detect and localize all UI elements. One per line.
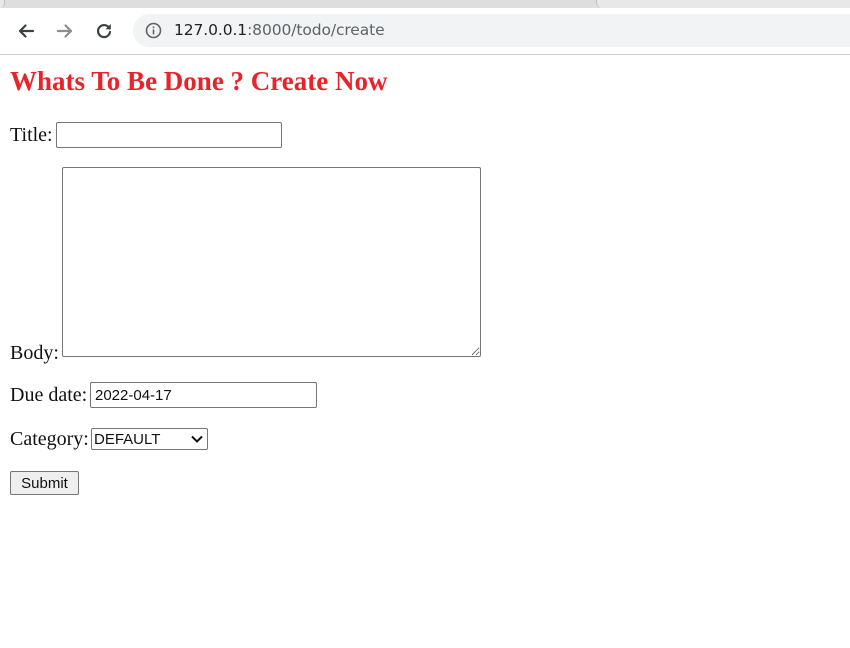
tab-left[interactable]: [0, 0, 5, 8]
submit-button[interactable]: Submit: [10, 471, 79, 495]
arrow-right-icon: [56, 24, 73, 38]
body-label: Body:: [10, 342, 59, 364]
due-date-input[interactable]: [90, 382, 317, 408]
tab-right[interactable]: [596, 0, 850, 8]
body-textarea[interactable]: [62, 167, 481, 357]
address-bar[interactable]: 127.0.0.1:8000/todo/create: [133, 14, 850, 47]
category-select[interactable]: DEFAULT: [91, 428, 208, 450]
forward-button[interactable]: [52, 18, 78, 44]
category-label: Category:: [10, 428, 89, 450]
url-text[interactable]: 127.0.0.1:8000/todo/create: [174, 21, 385, 40]
reload-icon: [96, 24, 112, 39]
url-path: :8000/todo/create: [247, 21, 385, 39]
back-button[interactable]: [13, 18, 39, 44]
arrow-left-icon: [18, 24, 35, 38]
title-label: Title:: [10, 124, 53, 146]
title-input[interactable]: [56, 122, 282, 148]
browser-toolbar: 127.0.0.1:8000/todo/create: [0, 8, 850, 55]
tab-strip: [0, 0, 850, 8]
info-icon[interactable]: [145, 22, 162, 39]
due-date-label: Due date:: [10, 384, 88, 406]
reload-button[interactable]: [91, 18, 117, 44]
page-title: Whats To Be Done ? Create Now: [10, 66, 388, 96]
url-host: 127.0.0.1: [174, 21, 248, 39]
